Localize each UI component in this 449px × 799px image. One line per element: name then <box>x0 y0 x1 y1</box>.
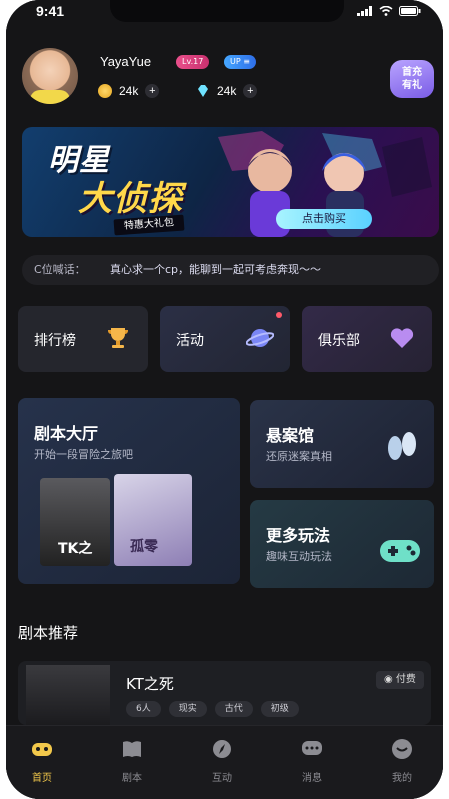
book-cover-2: 孤零 <box>114 474 192 566</box>
activity-label: 活动 <box>176 333 204 349</box>
tab-me[interactable]: 我的 <box>372 738 432 784</box>
home-icon <box>32 743 52 756</box>
planet-icon <box>246 329 274 347</box>
status-time: 9:41 <box>36 3 65 19</box>
level-badge: Lv.17 <box>176 55 210 69</box>
ranking-label: 排行榜 <box>34 333 76 349</box>
tag-players: 6人 <box>126 701 161 717</box>
status-icons <box>357 6 421 16</box>
username: YayaYue <box>100 54 152 69</box>
script-hall-title: 剧本大厅 <box>34 424 99 443</box>
script-hall-subtitle: 开始一段冒险之旅吧 <box>34 448 133 461</box>
app-screen: 9:41 YayaYue Lv.17 UP ≡ 24k + 24k + 首充 有… <box>6 0 443 799</box>
script-hall-card[interactable]: 剧本大厅 开始一段冒险之旅吧 TK之 孤零 <box>18 398 240 584</box>
buy-now-button[interactable]: 点击购买 <box>276 209 372 229</box>
book-icon <box>123 741 141 757</box>
signal-icon <box>357 6 372 16</box>
tag-genre-ancient: 古代 <box>214 701 253 717</box>
book-cover-1: TK之 <box>40 478 110 566</box>
club-label: 俱乐部 <box>318 333 360 349</box>
diamond-balance: 24k + <box>196 84 258 98</box>
mystery-hall-card[interactable]: 悬案馆 还原迷案真相 <box>250 400 434 488</box>
activity-card[interactable]: 活动 <box>160 306 290 372</box>
book-cover-2-title: 孤零 <box>130 539 158 555</box>
tab-interact[interactable]: 互动 <box>192 738 252 784</box>
tag-genre-real: 现实 <box>168 701 207 717</box>
recommend-title: KT之死 <box>126 675 174 693</box>
notch <box>110 0 344 22</box>
footprint-icon <box>388 432 416 460</box>
shoutout-ticker[interactable]: C位喊话： 真心求一个cp，能聊到一起可考虑奔现～～ <box>22 255 439 285</box>
ticker-text: 真心求一个cp，能聊到一起可考虑奔现～～ <box>110 263 322 276</box>
recommend-tags: 6人 现实 古代 初级 <box>126 701 299 717</box>
bottom-tab-bar: 首页 剧本 互动 消息 我的 <box>6 725 443 799</box>
first-recharge-gift-button[interactable]: 首充 有礼 <box>390 60 434 98</box>
tab-interact-label: 互动 <box>212 773 232 784</box>
up-badge: UP ≡ <box>224 55 256 69</box>
tab-messages[interactable]: 消息 <box>282 738 342 784</box>
banner-title-line2: 大侦探 <box>78 179 183 219</box>
more-games-title: 更多玩法 <box>266 526 331 545</box>
avatar[interactable] <box>22 48 78 104</box>
coin-icon <box>98 84 112 98</box>
diamond-value: 24k <box>217 84 237 98</box>
gift-line2: 有礼 <box>402 80 422 91</box>
heart-icon <box>390 328 414 348</box>
mystery-hall-subtitle: 还原迷案真相 <box>266 450 332 463</box>
more-games-card[interactable]: 更多玩法 趣味互动玩法 <box>250 500 434 588</box>
ranking-card[interactable]: 排行榜 <box>18 306 148 372</box>
club-card[interactable]: 俱乐部 <box>302 306 432 372</box>
activity-red-dot <box>276 312 282 318</box>
gamepad-icon <box>380 540 420 562</box>
tab-scripts[interactable]: 剧本 <box>102 738 162 784</box>
chat-icon <box>302 741 322 755</box>
compass-icon <box>213 740 231 758</box>
tab-me-label: 我的 <box>392 773 412 784</box>
status-bar: 9:41 <box>6 0 443 24</box>
more-games-subtitle: 趣味互动玩法 <box>266 550 332 563</box>
user-icon <box>392 739 412 759</box>
gift-line1: 首充 <box>402 67 422 78</box>
paid-eye-icon: ◉ <box>384 674 393 685</box>
add-diamond-button[interactable]: + <box>243 84 258 98</box>
tab-home[interactable]: 首页 <box>12 738 72 784</box>
phone-frame: 9:41 YayaYue Lv.17 UP ≡ 24k + 24k + 首充 有… <box>6 0 443 799</box>
promo-banner[interactable]: 明星 大侦探 特惠大礼包 点击购买 <box>22 127 439 237</box>
ticker-label: C位喊话： <box>34 263 86 276</box>
mystery-hall-title: 悬案馆 <box>266 426 315 445</box>
recommend-cover <box>26 665 110 725</box>
diamond-icon <box>198 85 208 97</box>
paid-label: 付费 <box>395 674 416 685</box>
coin-value: 24k <box>119 84 139 98</box>
add-coin-button[interactable]: + <box>145 84 160 98</box>
tab-scripts-label: 剧本 <box>122 773 142 784</box>
phone-mockup: 9:41 YayaYue Lv.17 UP ≡ 24k + 24k + 首充 有… <box>0 0 449 799</box>
recommend-item[interactable]: KT之死 ◉ 付费 6人 现实 古代 初级 <box>18 661 431 725</box>
trophy-icon <box>108 328 128 348</box>
tab-home-label: 首页 <box>32 773 52 784</box>
section-title-recommend: 剧本推荐 <box>18 624 79 642</box>
book-cover-1-title: TK之 <box>58 541 93 557</box>
wifi-icon <box>379 6 393 16</box>
tag-difficulty: 初级 <box>260 701 299 717</box>
tab-messages-label: 消息 <box>302 773 322 784</box>
paid-badge: ◉ 付费 <box>376 671 424 689</box>
coin-balance: 24k + <box>98 84 160 98</box>
battery-icon <box>399 6 421 16</box>
